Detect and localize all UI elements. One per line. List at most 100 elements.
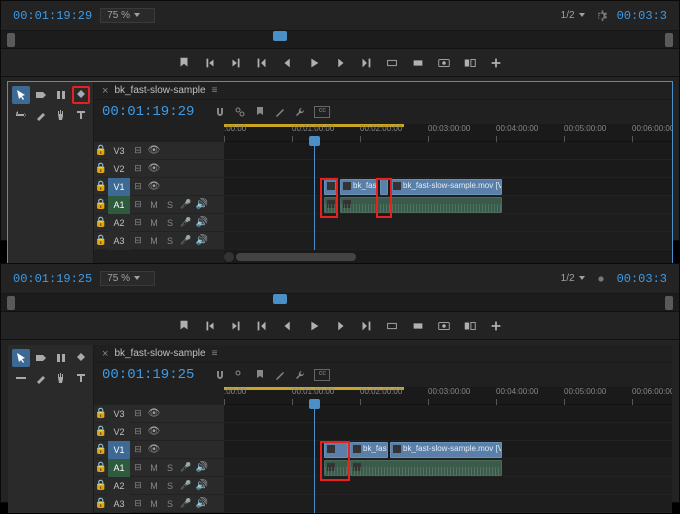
sync-lock-icon[interactable]: ⊟ bbox=[130, 196, 146, 214]
close-icon[interactable]: × bbox=[102, 85, 108, 97]
speaker-icon[interactable]: 🔊 bbox=[194, 214, 210, 232]
video-clip[interactable]: bk_fast-slow-sample.mov [V] bbox=[390, 442, 502, 458]
video-clip[interactable] bbox=[380, 179, 388, 195]
speaker-icon[interactable]: 🔊 bbox=[194, 232, 210, 250]
sync-lock-icon[interactable]: ⊟ bbox=[130, 477, 146, 495]
step-forward-icon[interactable] bbox=[332, 55, 348, 71]
eye-icon[interactable]: 👁 bbox=[146, 160, 162, 178]
sync-lock-icon[interactable]: ⊟ bbox=[130, 142, 146, 160]
play-icon[interactable] bbox=[306, 318, 322, 334]
hand-tool[interactable] bbox=[52, 106, 70, 124]
comparison-icon[interactable] bbox=[462, 55, 478, 71]
playhead-marker[interactable] bbox=[273, 31, 287, 41]
sequence-tab[interactable]: × bk_fast-slow-sample ≡ bbox=[94, 345, 672, 363]
record-icon[interactable]: 🎤 bbox=[178, 214, 194, 232]
speaker-icon[interactable]: 🔊 bbox=[194, 459, 210, 477]
lock-icon[interactable]: 🔒 bbox=[94, 477, 108, 495]
lock-icon[interactable]: 🔒 bbox=[94, 214, 108, 232]
eye-icon[interactable]: 👁 bbox=[146, 441, 162, 459]
mute-toggle[interactable]: M bbox=[146, 232, 162, 250]
out-point-icon[interactable] bbox=[228, 318, 244, 334]
program-ruler[interactable] bbox=[1, 294, 679, 312]
snap-icon[interactable] bbox=[214, 106, 226, 118]
sync-lock-icon[interactable]: ⊟ bbox=[130, 160, 146, 178]
sync-lock-icon[interactable]: ⊟ bbox=[130, 441, 146, 459]
captions-icon[interactable]: cc bbox=[314, 369, 330, 381]
zoom-select[interactable]: 75 % bbox=[100, 271, 155, 286]
track-label[interactable]: A3 bbox=[108, 232, 130, 250]
track-label[interactable]: A2 bbox=[108, 214, 130, 232]
type-tool[interactable] bbox=[72, 106, 90, 124]
mute-toggle[interactable]: M bbox=[146, 196, 162, 214]
track-lane-a3[interactable] bbox=[224, 232, 672, 250]
sync-lock-icon[interactable]: ⊟ bbox=[130, 423, 146, 441]
track-header-v2[interactable]: 🔒V2⊟👁 bbox=[94, 423, 224, 441]
track-header-a2[interactable]: 🔒A2⊟MS🎤🔊 bbox=[94, 214, 224, 232]
eye-icon[interactable]: 👁 bbox=[146, 178, 162, 196]
record-icon[interactable]: 🎤 bbox=[178, 196, 194, 214]
lock-icon[interactable]: 🔒 bbox=[94, 441, 108, 459]
track-lane-v1[interactable]: bk_fast-s bk_fast-slow-sample.mov [V] bbox=[224, 441, 672, 459]
track-area[interactable]: bk_fast-s bk_fast-slow-sample.mov [V] bbox=[224, 142, 672, 250]
ripple-edit-tool[interactable] bbox=[52, 86, 70, 104]
video-clip[interactable]: bk_fast-slow-sample.mov [V] bbox=[390, 179, 502, 195]
step-back-icon[interactable] bbox=[280, 318, 296, 334]
go-to-out-icon[interactable] bbox=[358, 318, 374, 334]
track-label[interactable]: V2 bbox=[108, 160, 130, 178]
razor-tool[interactable] bbox=[72, 349, 90, 367]
track-header-v1[interactable]: 🔒V1⊟👁 bbox=[94, 441, 224, 459]
comparison-icon[interactable] bbox=[462, 318, 478, 334]
selection-tool[interactable] bbox=[12, 86, 30, 104]
slip-tool[interactable] bbox=[12, 106, 30, 124]
track-lane-a2[interactable] bbox=[224, 477, 672, 495]
track-lane-a3[interactable] bbox=[224, 495, 672, 513]
video-clip[interactable]: bk_fast-s bbox=[350, 442, 388, 458]
ripple-edit-tool[interactable] bbox=[52, 349, 70, 367]
track-header-a3[interactable]: 🔒A3⊟MS🎤🔊 bbox=[94, 232, 224, 250]
program-timecode[interactable]: 00:01:19:25 bbox=[13, 272, 92, 286]
ruler-handle-right[interactable] bbox=[665, 33, 673, 47]
mute-toggle[interactable]: M bbox=[146, 459, 162, 477]
speaker-icon[interactable]: 🔊 bbox=[194, 196, 210, 214]
audio-clip[interactable] bbox=[340, 197, 502, 213]
solo-toggle[interactable]: S bbox=[162, 477, 178, 495]
mute-toggle[interactable]: M bbox=[146, 477, 162, 495]
mute-toggle[interactable]: M bbox=[146, 495, 162, 513]
audio-clip[interactable] bbox=[324, 197, 338, 213]
marker-add-icon[interactable] bbox=[254, 369, 266, 381]
track-label[interactable]: V2 bbox=[108, 423, 130, 441]
eye-icon[interactable]: 👁 bbox=[146, 405, 162, 423]
hand-tool[interactable] bbox=[52, 369, 70, 387]
sync-lock-icon[interactable]: ⊟ bbox=[130, 405, 146, 423]
track-header-v3[interactable]: 🔒V3⊟👁 bbox=[94, 142, 224, 160]
pen-tool[interactable] bbox=[32, 369, 50, 387]
sequence-timecode[interactable]: 00:01:19:29 bbox=[102, 104, 194, 120]
razor-tool[interactable] bbox=[72, 86, 90, 104]
ruler-handle-right[interactable] bbox=[665, 296, 673, 310]
lock-icon[interactable]: 🔒 bbox=[94, 178, 108, 196]
out-point-icon[interactable] bbox=[228, 55, 244, 71]
settings-icon[interactable] bbox=[593, 8, 609, 24]
track-header-v1[interactable]: 🔒V1⊟👁 bbox=[94, 178, 224, 196]
lock-icon[interactable]: 🔒 bbox=[94, 495, 108, 513]
plus-icon[interactable] bbox=[488, 55, 504, 71]
track-lane-a1[interactable] bbox=[224, 196, 672, 214]
eye-icon[interactable]: 👁 bbox=[146, 423, 162, 441]
marker-icon[interactable] bbox=[176, 55, 192, 71]
zoom-select[interactable]: 75 % bbox=[100, 8, 155, 23]
audio-clip[interactable] bbox=[324, 460, 348, 476]
track-label[interactable]: A3 bbox=[108, 495, 130, 513]
track-lane-a2[interactable] bbox=[224, 214, 672, 232]
wrench-icon[interactable] bbox=[294, 369, 306, 381]
track-label[interactable]: A1 bbox=[108, 196, 130, 214]
sync-lock-icon[interactable]: ⊟ bbox=[130, 178, 146, 196]
lock-icon[interactable]: 🔒 bbox=[94, 423, 108, 441]
sync-lock-icon[interactable]: ⊟ bbox=[130, 459, 146, 477]
program-ruler[interactable] bbox=[1, 31, 679, 49]
solo-toggle[interactable]: S bbox=[162, 232, 178, 250]
program-timecode[interactable]: 00:01:19:29 bbox=[13, 9, 92, 23]
lock-icon[interactable]: 🔒 bbox=[94, 142, 108, 160]
export-frame-icon[interactable] bbox=[436, 55, 452, 71]
track-label[interactable]: A1 bbox=[108, 459, 130, 477]
track-header-a3[interactable]: 🔒A3⊟MS🎤🔊 bbox=[94, 495, 224, 513]
